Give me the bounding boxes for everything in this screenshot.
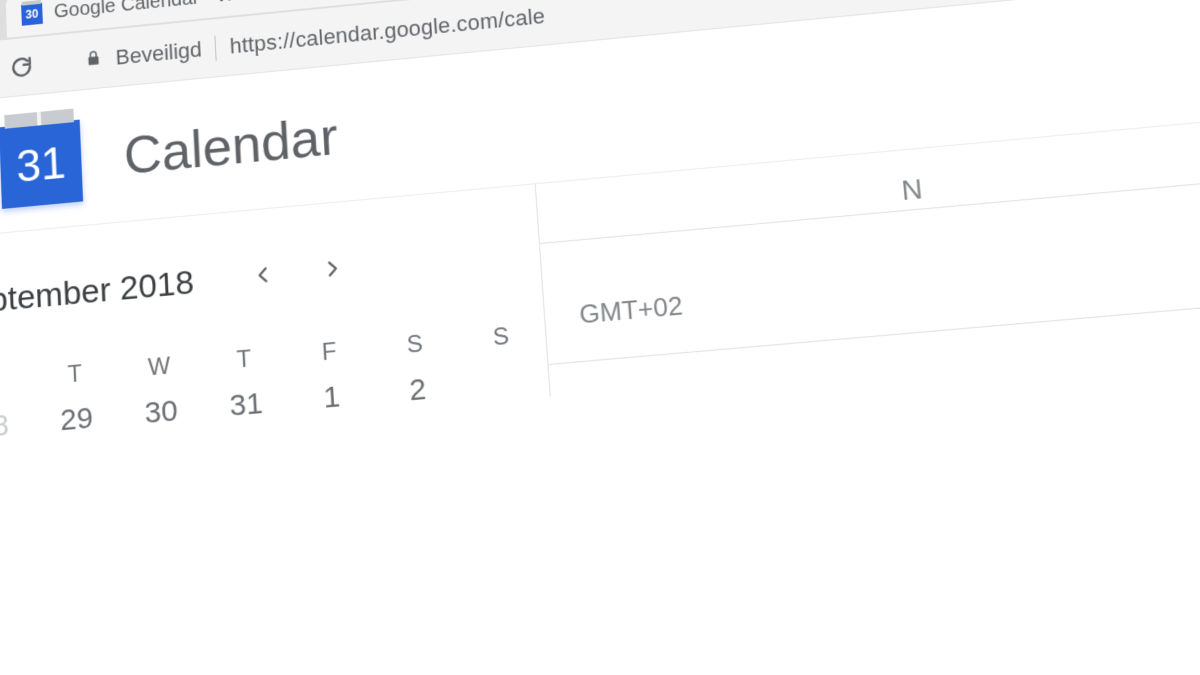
mini-calendar-dow: S bbox=[460, 320, 542, 355]
calendar-logo-icon: 31 bbox=[0, 120, 83, 209]
product-title: Calendar bbox=[123, 106, 340, 187]
mini-calendar-day[interactable]: 2 bbox=[377, 370, 459, 411]
mini-calendar-dow: F bbox=[289, 335, 370, 370]
tab-favicon-calendar-icon: 30 bbox=[21, 3, 43, 26]
mini-calendar-dow: S bbox=[374, 327, 456, 362]
chevron-left-icon bbox=[252, 263, 275, 287]
mini-calendar-day[interactable]: 31 bbox=[206, 385, 287, 426]
mini-calendar-month-label: September 2018 bbox=[0, 263, 195, 324]
mini-calendar-next-button[interactable] bbox=[321, 253, 345, 287]
mini-calendar-day[interactable]: 28 bbox=[0, 407, 32, 448]
mini-calendar-dow: T bbox=[204, 342, 285, 377]
chevron-right-icon bbox=[321, 256, 344, 280]
week-day-header-initial: N bbox=[900, 172, 924, 206]
mini-calendar-prev-button[interactable] bbox=[252, 260, 275, 294]
mini-calendar-dow: T bbox=[35, 357, 114, 392]
reload-button[interactable] bbox=[8, 52, 36, 81]
browser-window: 30 Google Calendar - Week of 24 ✕ + Beve… bbox=[0, 0, 1200, 675]
mini-calendar-day[interactable]: 1 bbox=[291, 377, 373, 418]
timezone-label: GMT+02 bbox=[578, 290, 683, 330]
mini-calendar-dow: M bbox=[0, 365, 30, 400]
mini-calendar-dow: W bbox=[119, 350, 199, 385]
connection-security-label: Beveiligd bbox=[115, 37, 202, 70]
reload-icon bbox=[9, 53, 35, 80]
lock-icon bbox=[84, 46, 102, 73]
calendar-app: 31 Calendar T September 2018 bbox=[0, 0, 1200, 675]
mini-calendar-day[interactable]: 29 bbox=[37, 399, 117, 440]
mini-calendar-day[interactable]: 30 bbox=[121, 392, 201, 433]
mini-calendar-grid: M T W T F S S 28 29 30 31 1 2 bbox=[0, 321, 529, 447]
address-divider bbox=[215, 35, 217, 60]
